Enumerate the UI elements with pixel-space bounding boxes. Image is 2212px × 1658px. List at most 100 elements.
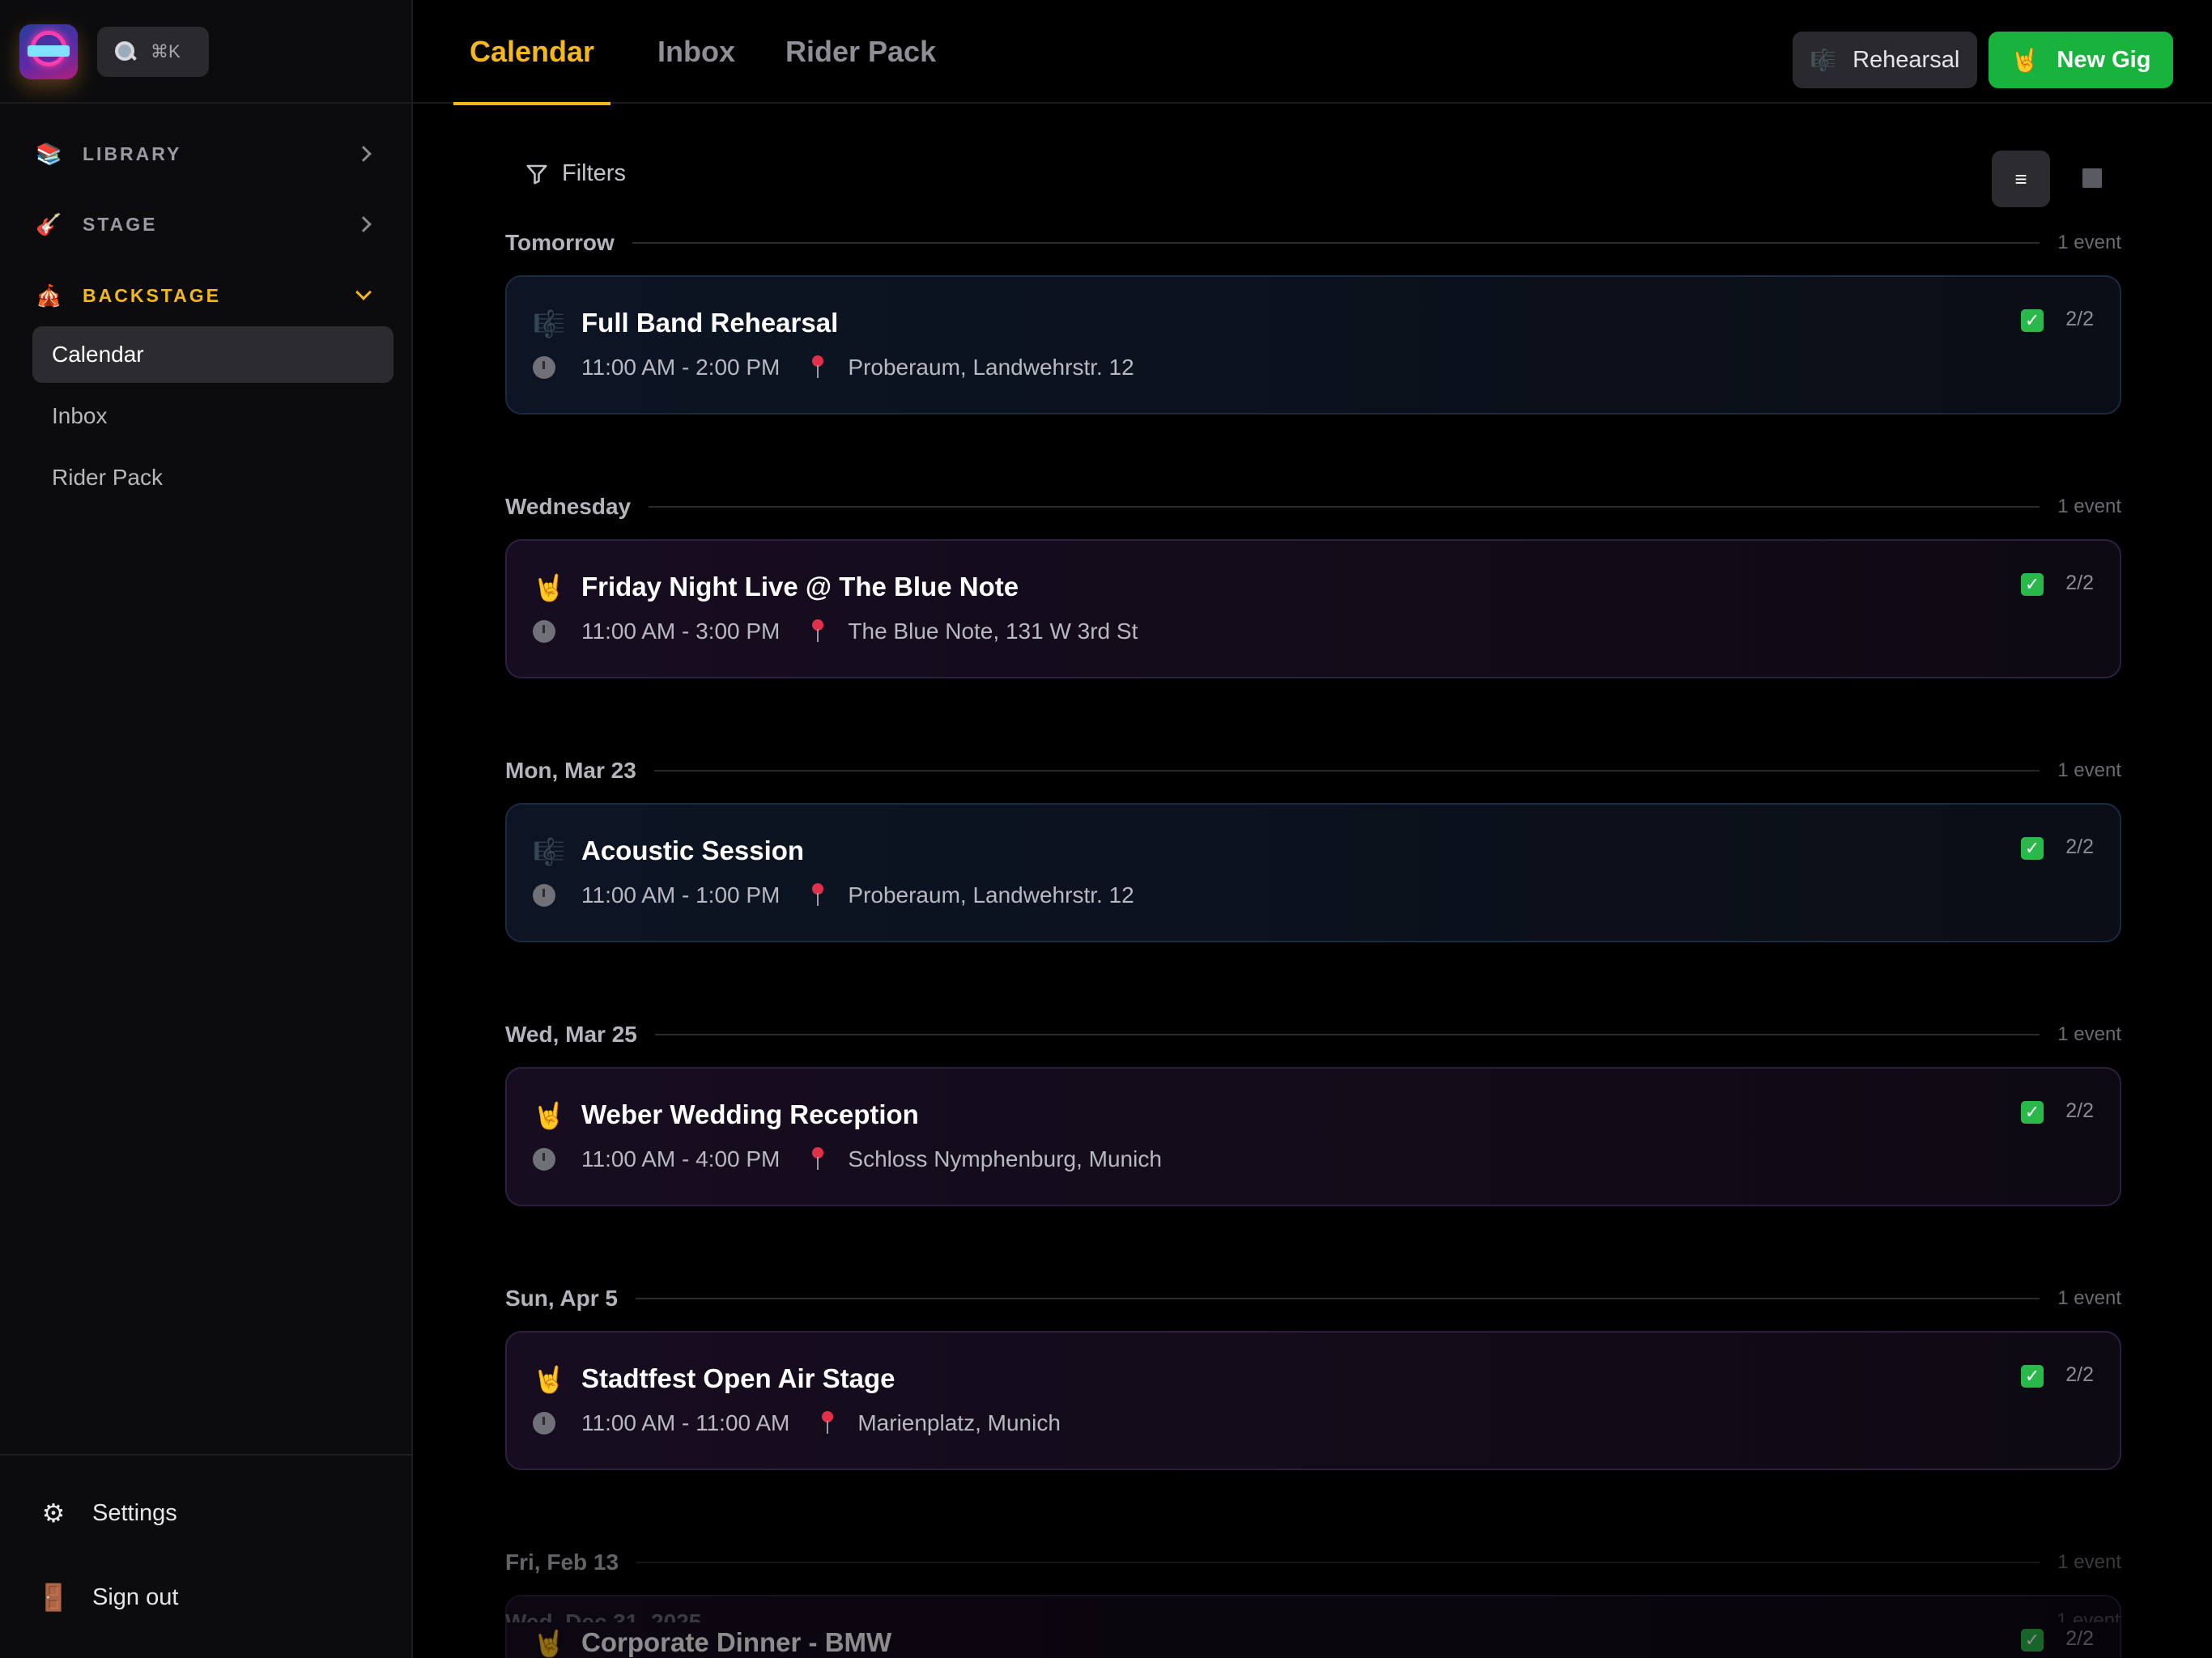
- checkmark-icon: ✓: [2021, 573, 2044, 596]
- event-location: The Blue Note, 131 W 3rd St: [848, 619, 1138, 644]
- event-meta: 11:00 AM - 1:00 PM Proberaum, Landwehrst…: [533, 882, 1134, 908]
- rock-hand-icon: 🤘: [533, 1101, 565, 1130]
- event-location: Marienplatz, Munich: [857, 1410, 1061, 1435]
- new-rehearsal-button[interactable]: 🎼 Rehearsal: [1793, 32, 1977, 88]
- sheet-music-icon: 🎼: [533, 309, 565, 338]
- sidebar-item-calendar[interactable]: Calendar: [32, 326, 393, 383]
- event-meta: 11:00 AM - 4:00 PM Schloss Nymphenburg, …: [533, 1146, 1162, 1172]
- pin-icon: [809, 619, 827, 644]
- group-date: Wed, Mar 25: [505, 1022, 637, 1047]
- sheet-music-icon: 🎼: [533, 837, 565, 866]
- sidebar-section-label: LIBRARY: [83, 142, 182, 164]
- chevron-right-icon: [355, 216, 372, 232]
- event-group: Mon, Mar 23 1 event 🎼 Acoustic Session 1…: [505, 755, 2121, 942]
- event-title: Friday Night Live @ The Blue Note: [581, 572, 1019, 602]
- divider: [636, 1562, 2040, 1563]
- sidebar-section-backstage[interactable]: 🎪 BACKSTAGE: [0, 267, 413, 324]
- settings-button[interactable]: ⚙ Settings: [37, 1498, 177, 1528]
- filters-button[interactable]: Filters: [525, 160, 626, 187]
- sidebar-header: ⌘K: [0, 0, 411, 104]
- group-count: 1 event: [2057, 232, 2121, 253]
- group-header: Fri, Feb 13 1 event: [505, 1546, 2121, 1579]
- gear-icon: ⚙: [41, 1499, 66, 1528]
- group-count: 1 event: [2057, 1023, 2121, 1045]
- tab-calendar[interactable]: Calendar: [453, 0, 611, 105]
- sidebar-item-rider-pack[interactable]: Rider Pack: [32, 449, 393, 506]
- rock-hand-icon: 🤘: [2010, 47, 2040, 73]
- attendance-count: 2/2: [2065, 1627, 2094, 1650]
- attendance-count: 2/2: [2065, 572, 2094, 594]
- divider: [632, 242, 2040, 244]
- event-title: Stadtfest Open Air Stage: [581, 1363, 895, 1393]
- filter-icon: [526, 164, 547, 184]
- event-card[interactable]: 🤘 Friday Night Live @ The Blue Note 11:0…: [505, 539, 2121, 678]
- sheet-music-icon: 🎼: [1810, 47, 1837, 72]
- event-group: Wednesday 1 event 🤘 Friday Night Live @ …: [505, 491, 2121, 678]
- filters-label: Filters: [562, 160, 626, 186]
- checkmark-icon: ✓: [2021, 837, 2044, 860]
- event-group: Sun, Apr 5 1 event 🤘 Stadtfest Open Air …: [505, 1282, 2121, 1470]
- sidebar: ⌘K 📚 LIBRARY 🎸 STAGE 🎪 BACKSTAGE Calenda…: [0, 0, 413, 1658]
- app-logo[interactable]: [19, 24, 78, 79]
- event-card[interactable]: 🤘 Stadtfest Open Air Stage 11:00 AM - 11…: [505, 1331, 2121, 1470]
- list-icon: ≡: [2014, 166, 2027, 191]
- event-meta: 11:00 AM - 3:00 PM The Blue Note, 131 W …: [533, 619, 1138, 644]
- tab-label: Calendar: [470, 35, 595, 68]
- group-count: 1 event: [2057, 1287, 2121, 1309]
- divider: [649, 506, 2040, 508]
- attendance-count: 2/2: [2065, 1363, 2094, 1386]
- signout-button[interactable]: 🚪 Sign out: [37, 1582, 178, 1613]
- attendance-count: 2/2: [2065, 308, 2094, 330]
- event-card[interactable]: 🎼 Full Band Rehearsal 11:00 AM - 2:00 PM…: [505, 275, 2121, 414]
- event-card[interactable]: 🤘 Corporate Dinner - BMW 11:00 AM - 2:00…: [505, 1595, 2121, 1658]
- event-time: 11:00 AM - 1:00 PM: [581, 882, 781, 908]
- attendance-count: 2/2: [2065, 1099, 2094, 1122]
- new-gig-button-label: New Gig: [2057, 46, 2151, 73]
- group-count: 1 event: [2057, 759, 2121, 781]
- settings-label: Settings: [92, 1499, 177, 1526]
- group-header: Wednesday 1 event: [505, 491, 2121, 523]
- sidebar-section-stage[interactable]: 🎸 STAGE: [0, 196, 413, 253]
- tab-rider-pack[interactable]: Rider Pack: [785, 0, 936, 104]
- chevron-down-icon: [355, 284, 372, 300]
- event-location: Proberaum, Landwehrstr. 12: [848, 355, 1134, 380]
- sidebar-section-library[interactable]: 📚 LIBRARY: [0, 125, 413, 182]
- rehearsal-button-label: Rehearsal: [1853, 46, 1960, 73]
- group-count: 1 event: [2057, 1551, 2121, 1573]
- search-button[interactable]: ⌘K: [97, 27, 209, 77]
- event-card[interactable]: 🎼 Acoustic Session 11:00 AM - 1:00 PM Pr…: [505, 803, 2121, 942]
- event-time: 11:00 AM - 2:00 PM: [581, 355, 781, 380]
- divider: [635, 1298, 2040, 1299]
- sidebar-footer: ⚙ Settings 🚪 Sign out: [0, 1454, 413, 1658]
- event-meta: 11:00 AM - 2:00 PM Proberaum, Landwehrst…: [533, 355, 1134, 380]
- pin-icon: [809, 355, 827, 380]
- attendance-count: 2/2: [2065, 835, 2094, 858]
- checkmark-icon: ✓: [2021, 1101, 2044, 1124]
- event-time: 11:00 AM - 3:00 PM: [581, 619, 781, 644]
- event-title: Corporate Dinner - BMW: [581, 1627, 892, 1657]
- sidebar-section-label: STAGE: [83, 213, 158, 235]
- chevron-right-icon: [355, 146, 372, 162]
- clock-icon: [533, 1412, 555, 1435]
- group-header: Sun, Apr 5 1 event: [505, 1282, 2121, 1315]
- new-gig-button[interactable]: 🤘 New Gig: [1989, 32, 2173, 88]
- event-time: 11:00 AM - 11:00 AM: [581, 1410, 790, 1435]
- rock-hand-icon: 🤘: [533, 1365, 565, 1394]
- sidebar-item-inbox[interactable]: Inbox: [32, 388, 393, 444]
- pin-icon: [819, 1411, 836, 1435]
- event-card[interactable]: 🤘 Weber Wedding Reception 11:00 AM - 4:0…: [505, 1067, 2121, 1206]
- checkmark-icon: ✓: [2021, 1629, 2044, 1652]
- group-count: 1 event: [2057, 495, 2121, 517]
- list-view-toggle[interactable]: ≡: [1992, 151, 2050, 207]
- clock-icon: [533, 884, 555, 907]
- event-group: Fri, Feb 13 1 event 🤘 Corporate Dinner -…: [505, 1546, 2121, 1658]
- checkmark-icon: ✓: [2021, 309, 2044, 332]
- books-icon: 📚: [36, 141, 62, 166]
- group-date: Mon, Mar 23: [505, 758, 636, 783]
- tab-inbox[interactable]: Inbox: [657, 0, 735, 104]
- divider: [653, 770, 2040, 772]
- rock-hand-icon: 🤘: [533, 573, 565, 602]
- group-header: Wed, Mar 25 1 event: [505, 1018, 2121, 1051]
- event-title: Acoustic Session: [581, 835, 805, 865]
- grid-view-toggle[interactable]: [2082, 168, 2102, 188]
